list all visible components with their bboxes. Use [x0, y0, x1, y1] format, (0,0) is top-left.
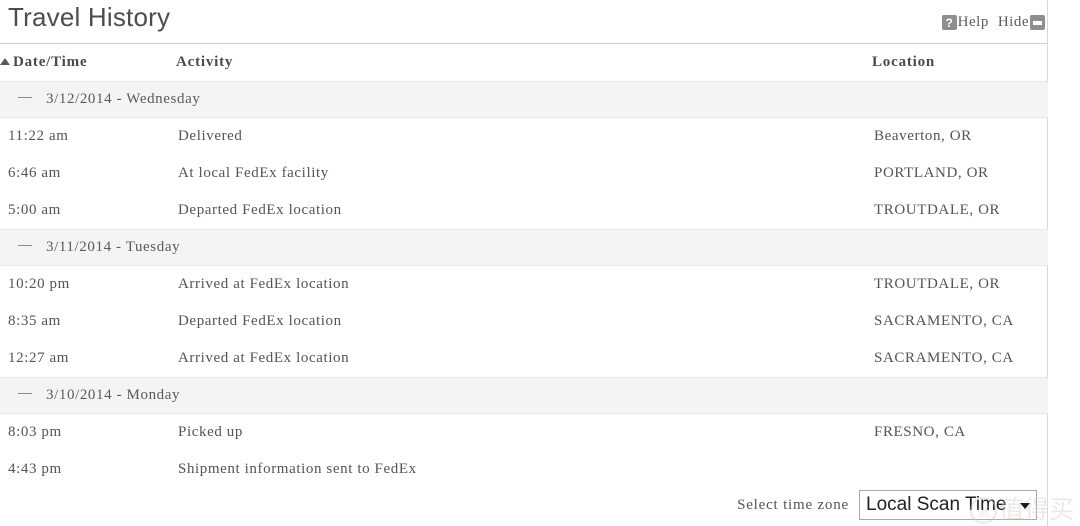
table-body: 3/12/2014 - Wednesday 11:22 am Delivered…: [0, 81, 1048, 489]
travel-history-panel: Travel History ? Help Hide Date/Time Act…: [0, 0, 1048, 526]
column-header-activity[interactable]: Activity: [176, 44, 872, 82]
minimize-icon: [1030, 15, 1045, 30]
cell-location: FRESNO, CA: [874, 424, 966, 440]
cell-datetime: 11:22 am: [8, 128, 69, 144]
cell-activity: Picked up: [178, 424, 243, 440]
help-label: Help: [957, 14, 989, 30]
cell-location: TROUTDALE, OR: [874, 276, 1001, 292]
sort-ascending-triangle-icon: [0, 58, 10, 65]
table-row: 10:20 pm Arrived at FedEx location TROUT…: [0, 266, 1048, 304]
column-header-location[interactable]: Location: [872, 44, 1048, 82]
date-group-row[interactable]: 3/10/2014 - Monday: [0, 377, 1048, 414]
cell-activity: At local FedEx facility: [178, 165, 329, 181]
cell-activity: Departed FedEx location: [178, 313, 342, 329]
table-row: 11:22 am Delivered Beaverton, OR: [0, 118, 1048, 156]
collapse-dash-icon[interactable]: [18, 97, 32, 98]
cell-activity: Delivered: [178, 128, 243, 144]
timezone-selected-value: Local Scan Time: [866, 494, 1007, 515]
date-group-row[interactable]: 3/11/2014 - Tuesday: [0, 229, 1048, 266]
date-group-label: 3/11/2014 - Tuesday: [46, 239, 181, 255]
column-header-activity-label: Activity: [176, 54, 234, 70]
cell-datetime: 6:46 am: [8, 165, 61, 181]
cell-datetime: 12:27 am: [8, 350, 70, 366]
chevron-down-icon: [1020, 503, 1030, 509]
cell-location: PORTLAND, OR: [874, 165, 989, 181]
date-group-cell: 3/11/2014 - Tuesday: [0, 229, 1048, 266]
cell-datetime: 8:03 pm: [8, 424, 62, 440]
cell-datetime: 4:43 pm: [8, 461, 62, 477]
cell-location: SACRAMENTO, CA: [874, 350, 1014, 366]
table-row: 8:35 am Departed FedEx location SACRAMEN…: [0, 303, 1048, 340]
footer: Select time zone Local Scan Time: [0, 490, 1047, 520]
collapse-dash-icon[interactable]: [18, 245, 32, 246]
collapse-dash-icon[interactable]: [18, 393, 32, 394]
date-group-row[interactable]: 3/12/2014 - Wednesday: [0, 81, 1048, 118]
table-row: 5:00 am Departed FedEx location TROUTDAL…: [0, 192, 1048, 230]
column-header-datetime-label: Date/Time: [13, 54, 88, 70]
travel-history-table: Date/Time Activity Location 3/12/2014 - …: [0, 44, 1048, 488]
table-row: 6:46 am At local FedEx facility PORTLAND…: [0, 155, 1048, 192]
table-row: 8:03 pm Picked up FRESNO, CA: [0, 414, 1048, 452]
table-header-row: Date/Time Activity Location: [0, 44, 1048, 82]
cell-datetime: 5:00 am: [8, 202, 61, 218]
date-group-label: 3/10/2014 - Monday: [46, 387, 181, 403]
cell-location: [872, 451, 1048, 488]
date-group-label: 3/12/2014 - Wednesday: [46, 91, 201, 107]
table-row: 12:27 am Arrived at FedEx location SACRA…: [0, 340, 1048, 378]
cell-datetime: 8:35 am: [8, 313, 61, 329]
cell-activity: Shipment information sent to FedEx: [178, 461, 417, 477]
question-mark-icon: ?: [941, 15, 957, 30]
cell-location: Beaverton, OR: [874, 128, 972, 144]
table-row: 4:43 pm Shipment information sent to Fed…: [0, 451, 1048, 488]
cell-activity: Departed FedEx location: [178, 202, 342, 218]
panel-header: Travel History ? Help Hide: [0, 0, 1047, 44]
cell-activity: Arrived at FedEx location: [178, 350, 350, 366]
cell-location: TROUTDALE, OR: [874, 202, 1001, 218]
date-group-cell: 3/12/2014 - Wednesday: [0, 81, 1048, 118]
cell-activity: Arrived at FedEx location: [178, 276, 350, 292]
help-button[interactable]: ? Help: [941, 14, 990, 31]
column-header-location-label: Location: [872, 54, 936, 70]
date-group-cell: 3/10/2014 - Monday: [0, 377, 1048, 414]
header-tools: ? Help Hide: [941, 14, 1045, 31]
column-header-datetime[interactable]: Date/Time: [0, 44, 176, 82]
cell-datetime: 10:20 pm: [8, 276, 70, 292]
timezone-select[interactable]: Local Scan Time: [859, 490, 1037, 520]
hide-label: Hide: [997, 14, 1029, 30]
page-title: Travel History: [8, 2, 171, 32]
hide-button[interactable]: Hide: [997, 14, 1045, 31]
timezone-label: Select time zone: [737, 496, 849, 513]
cell-location: SACRAMENTO, CA: [874, 313, 1014, 329]
